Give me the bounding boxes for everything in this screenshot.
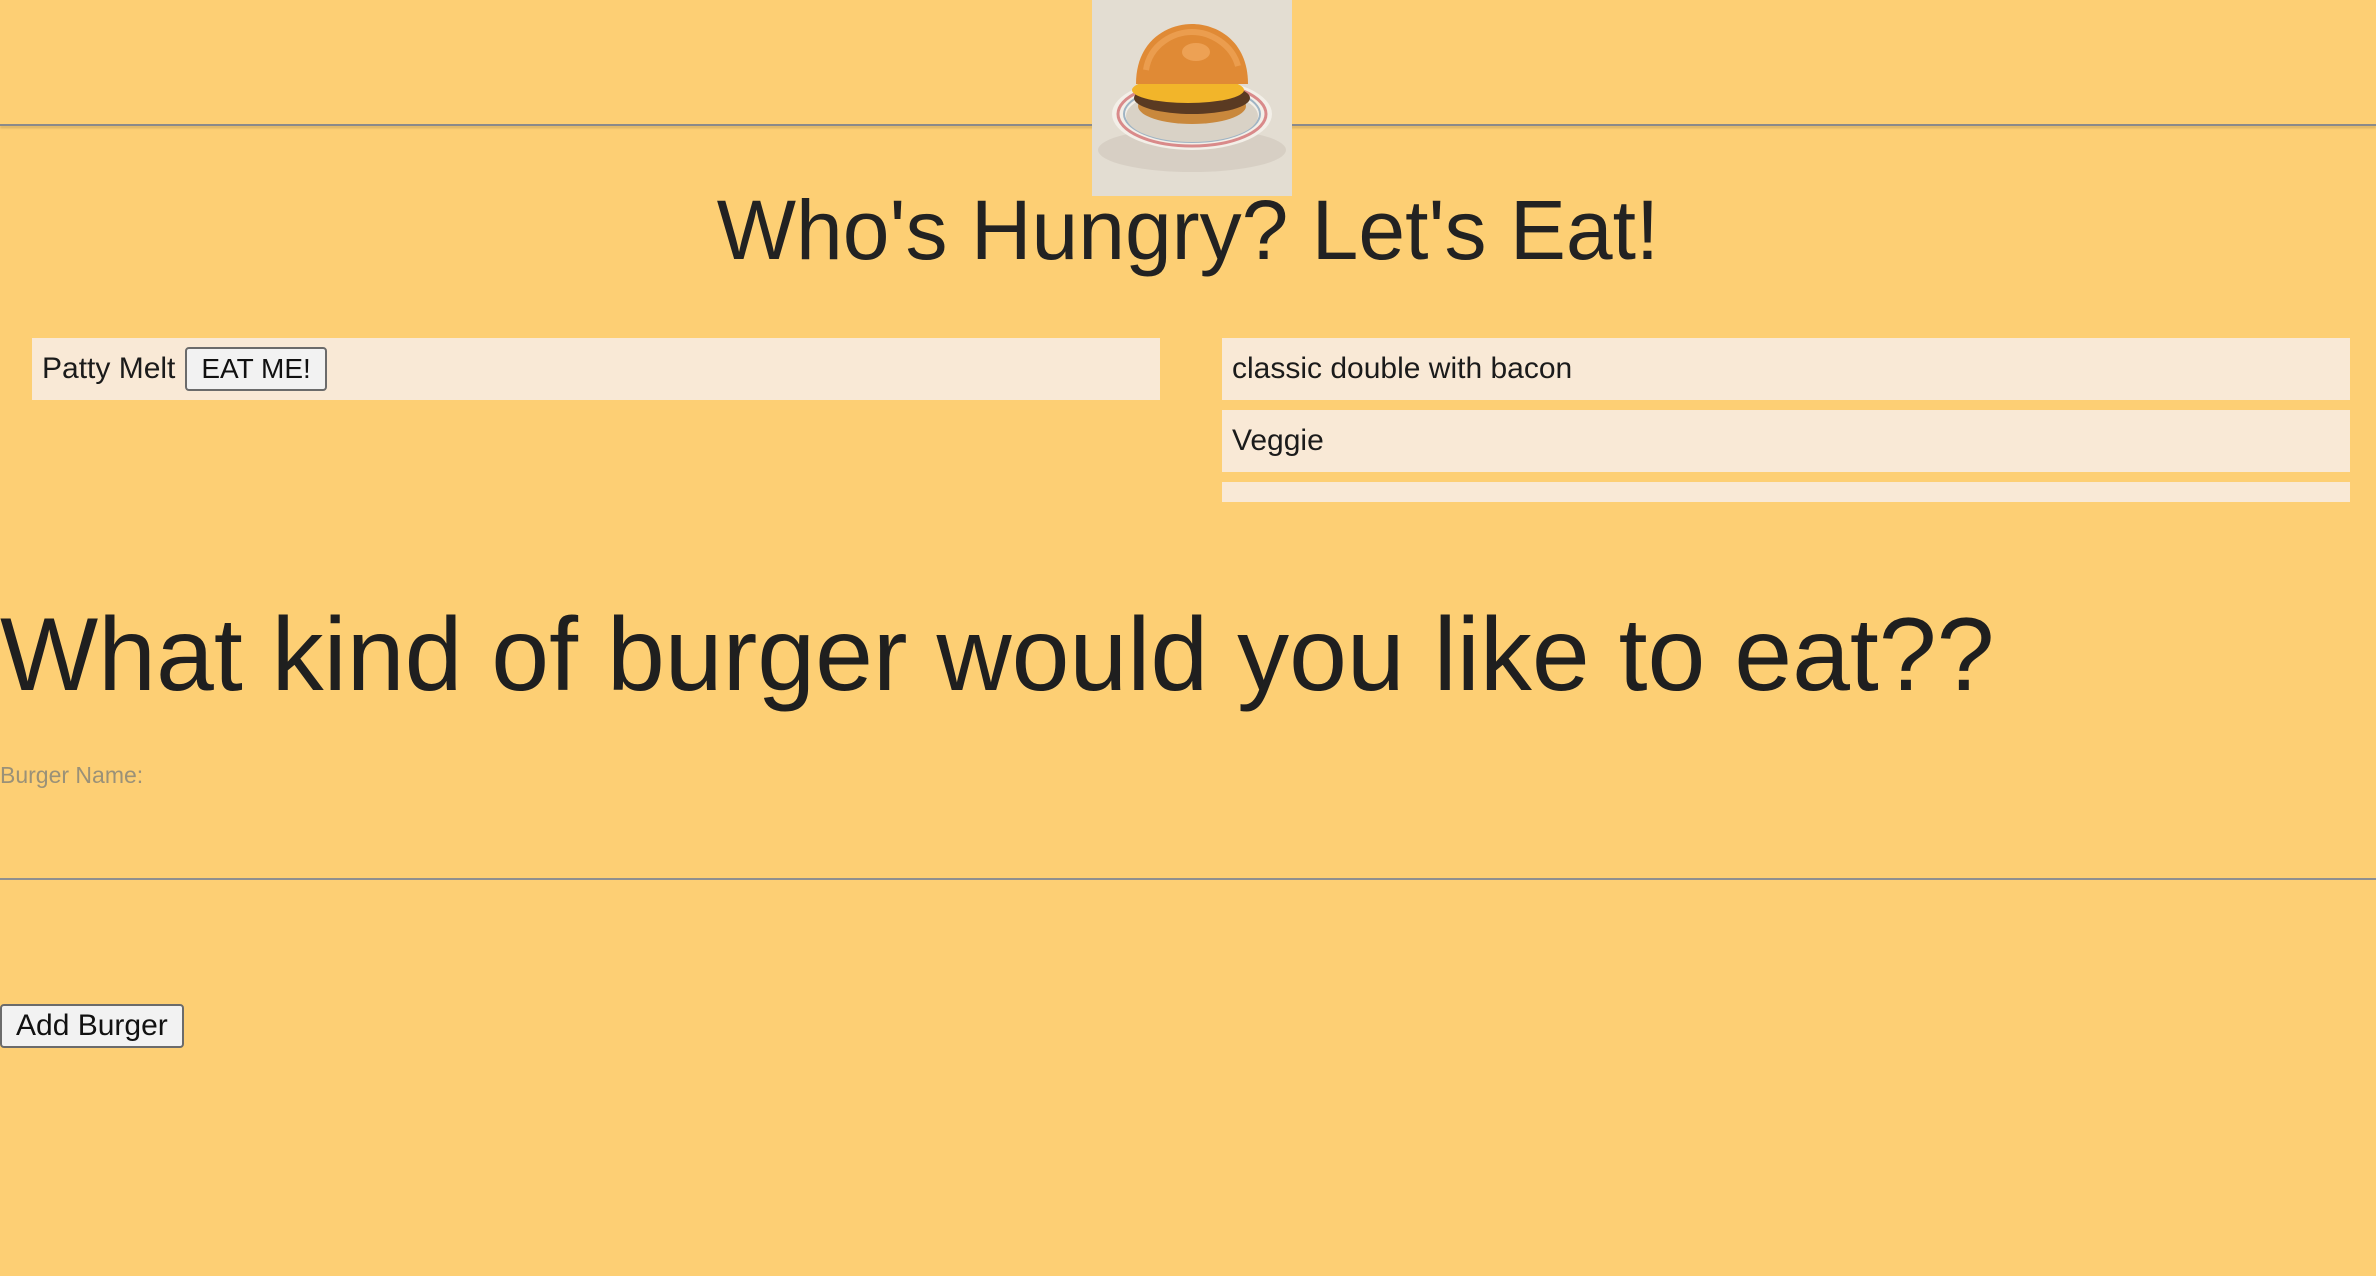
- burger-icon: [1092, 0, 1292, 196]
- add-burger-button[interactable]: Add Burger: [0, 1004, 184, 1048]
- list-item: classic double with bacon: [1222, 338, 2350, 400]
- burger-name: classic double with bacon: [1232, 352, 1573, 385]
- list-item: [1222, 482, 2350, 502]
- list-item: Veggie: [1222, 410, 2350, 472]
- page-title: Who's Hungry? Let's Eat!: [716, 183, 1660, 277]
- burger-photo: [1092, 0, 1292, 196]
- uneaten-burger-list: Patty Melt EAT ME!: [32, 338, 1160, 410]
- eat-me-button[interactable]: EAT ME!: [185, 347, 327, 391]
- burger-name: Patty Melt: [42, 352, 176, 385]
- eaten-burger-list: classic double with bacon Veggie: [1222, 338, 2350, 512]
- list-item: Patty Melt EAT ME!: [32, 338, 1160, 400]
- burger-name-label: Burger Name:: [0, 762, 144, 788]
- burger-name-input[interactable]: [0, 800, 2376, 880]
- form-heading: What kind of burger would you like to ea…: [0, 597, 1995, 713]
- burger-name: Veggie: [1232, 424, 1324, 457]
